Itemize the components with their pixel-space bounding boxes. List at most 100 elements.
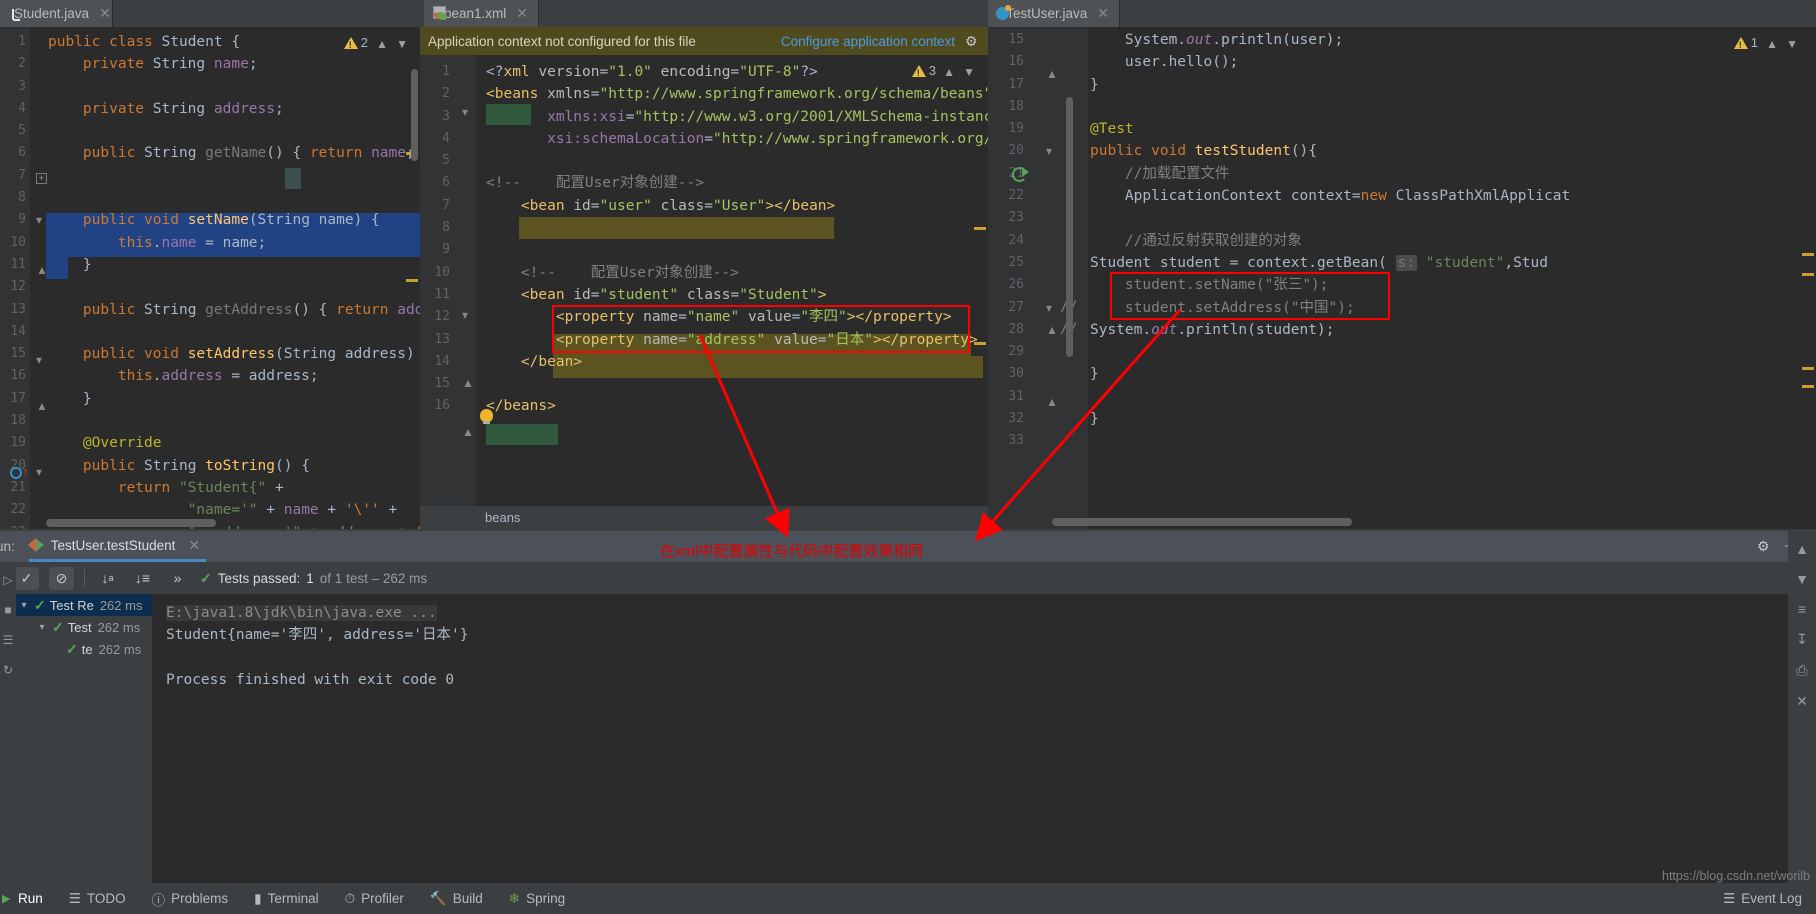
fold-end-icon[interactable]: ▲ (1046, 395, 1058, 409)
status-item-problems[interactable]: ⓘ Problems (152, 889, 229, 909)
change-marker (406, 279, 418, 282)
scroll-up-icon[interactable]: ▲ (1795, 541, 1809, 557)
scroll-to-end-icon[interactable]: ↧ (1796, 631, 1808, 648)
intention-bulb-icon[interactable] (480, 409, 493, 424)
console-output[interactable]: E:\java1.8\jdk\bin\java.exe ... Student{… (152, 594, 1788, 883)
fold-collapse-icon[interactable]: ▾ (36, 213, 42, 227)
fold-end-icon[interactable]: ▲ (36, 399, 48, 413)
tab-student-java[interactable]: Student.java ✕ (0, 0, 113, 27)
fold-end-icon[interactable]: ▲ (36, 263, 48, 277)
close-icon[interactable]: ✕ (188, 537, 200, 554)
prev-problem-icon[interactable]: ▲ (943, 65, 955, 79)
override-arrow-icon: ↑ (22, 464, 29, 479)
fold-collapse-icon[interactable]: ▾ (1046, 144, 1052, 158)
editor-student-java[interactable]: 1 2 3 4 5 6 7 8 9 10 11 12 13 14 15 16 1… (0, 27, 420, 529)
editor-tab-strip: Student.java ✕ bean1.xml ✕ TestUser.java… (0, 0, 1816, 27)
editor-bean1-xml[interactable]: Application context not configured for t… (420, 27, 988, 529)
run-tool-window: un: TestUser.testStudent ✕ ⚙ — ✓ ⊘ ↓a ↓≡… (0, 531, 1816, 883)
fold-collapse-icon[interactable]: ▾ (36, 465, 42, 479)
tag-match-highlight (486, 424, 558, 445)
override-marker-icon[interactable] (10, 467, 22, 479)
next-problem-icon[interactable]: ▼ (963, 65, 975, 79)
stop-icon[interactable]: ■ (4, 603, 11, 617)
editor-testuser-java[interactable]: 15 16 17 18 19 20 21 22 23 24 25 26 27 2… (988, 27, 1816, 529)
vertical-scrollbar-left[interactable] (411, 69, 418, 161)
gear-icon[interactable]: ⚙ (965, 33, 980, 49)
run-window-left-rail: ▷ ■ ☰ ↻ (0, 563, 16, 883)
inspection-warning-badge-left[interactable]: 2 (343, 35, 368, 50)
clear-all-icon[interactable]: ✕ (1796, 693, 1808, 710)
run-icon: ▶ (2, 893, 11, 905)
test-tree-row[interactable]: ✓ te 262 ms (0, 638, 152, 660)
fold-end-icon[interactable]: ▲ (1046, 67, 1058, 81)
print-icon[interactable]: ⎙ (1796, 662, 1807, 679)
prev-problem-icon[interactable]: ▲ (1766, 37, 1778, 51)
test-name: Test Re (49, 597, 94, 613)
horizontal-scrollbar-left[interactable] (46, 519, 216, 527)
code-content-right[interactable]: System.out.println(user); user.hello(); … (1090, 29, 1570, 430)
code-content-left[interactable]: public class Student { private String na… (48, 31, 420, 529)
show-ignored-tests-icon[interactable]: ⊘ (49, 566, 74, 590)
filter-icon[interactable]: ☰ (3, 633, 14, 647)
scroll-down-icon[interactable]: ▼ (1795, 571, 1809, 587)
vertical-scrollbar-right[interactable] (1066, 97, 1073, 357)
close-icon[interactable]: ✕ (1097, 5, 1109, 22)
configure-application-context-link[interactable]: Configure application context (781, 34, 955, 49)
restart-icon[interactable]: ↻ (3, 663, 13, 677)
more-options-icon[interactable]: » (165, 567, 190, 590)
soft-wrap-icon[interactable]: ≡ (1798, 601, 1806, 617)
application-context-banner: Application context not configured for t… (420, 27, 988, 55)
run-configuration-tab[interactable]: TestUser.testStudent ✕ (27, 531, 207, 562)
junit-run-icon (27, 538, 44, 552)
rerun-icon[interactable]: ▷ (3, 573, 12, 587)
chevron-down-icon[interactable]: ▾ (18, 600, 30, 611)
close-icon[interactable]: ✕ (99, 5, 111, 22)
sort-by-duration-icon[interactable]: ↓≡ (130, 567, 155, 590)
warning-triangle-icon (1733, 36, 1748, 50)
event-log-icon: ☰ (1723, 890, 1736, 906)
fold-collapse-icon[interactable]: ▾ (462, 105, 468, 119)
tab-label: bean1.xml (443, 6, 507, 21)
settings-gear-icon[interactable]: ⚙ (1757, 539, 1772, 554)
sort-alphabetically-icon[interactable]: ↓ a (95, 567, 120, 590)
next-problem-icon[interactable]: ▼ (396, 37, 408, 51)
fold-expand-icon[interactable]: + (36, 173, 47, 184)
tab-testuser-java[interactable]: TestUser.java ✕ (988, 0, 1120, 27)
status-item-build[interactable]: 🔨 Build (430, 891, 483, 907)
tab-bean1-xml[interactable]: bean1.xml ✕ (424, 0, 539, 27)
prev-problem-icon[interactable]: ▲ (376, 37, 388, 51)
status-item-run[interactable]: ▶ Run (2, 891, 43, 906)
code-content-mid[interactable]: <?xml version="1.0" encoding="UTF-8"?> <… (486, 61, 988, 418)
run-test-arrow-icon (1022, 167, 1029, 177)
test-tree-row[interactable]: ▾ ✓ Test Re 262 ms (0, 594, 152, 616)
line-numbers-left: 1 2 3 4 5 6 7 8 9 10 11 12 13 14 15 16 1… (10, 34, 26, 529)
status-item-terminal[interactable]: ▮ Terminal (254, 891, 318, 907)
status-item-event-log[interactable]: ☰ Event Log (1723, 891, 1802, 907)
status-item-todo[interactable]: ☰ TODO (69, 891, 126, 907)
fold-end-icon[interactable]: ▲ (1046, 323, 1058, 337)
fold-end-icon[interactable]: ▲ (462, 425, 474, 439)
test-results-tree[interactable]: ▾ ✓ Test Re 262 ms ▾ ✓ Test 262 ms ✓ te … (0, 594, 152, 883)
test-name: Test (67, 619, 92, 635)
show-passed-tests-icon[interactable]: ✓ (14, 566, 39, 590)
fold-collapse-icon[interactable]: ▾ (462, 308, 468, 322)
next-problem-icon[interactable]: ▼ (1786, 37, 1798, 51)
status-item-label: Run (18, 891, 43, 906)
fold-end-icon[interactable]: ▲ (462, 376, 474, 390)
test-tree-row[interactable]: ▾ ✓ Test 262 ms (0, 616, 152, 638)
passed-detail: of 1 test – 262 ms (319, 570, 428, 586)
status-item-profiler[interactable]: ⏱ Profiler (345, 891, 404, 907)
status-item-label: Profiler (361, 891, 404, 906)
horizontal-scrollbar-right[interactable] (1052, 518, 1352, 526)
close-icon[interactable]: ✕ (516, 5, 528, 22)
fold-collapse-icon[interactable]: ▾ (1046, 301, 1052, 315)
fold-collapse-icon[interactable]: ▾ (36, 353, 42, 367)
change-marker (974, 342, 986, 345)
chevron-down-icon[interactable]: ▾ (36, 622, 48, 633)
status-item-spring[interactable]: ❄ Spring (509, 891, 565, 907)
tab-label: Student.java (14, 6, 90, 21)
test-duration: 262 ms (99, 597, 143, 613)
inspection-warning-badge-mid[interactable]: 3 (911, 63, 936, 78)
breadcrumb[interactable]: beans (420, 506, 988, 529)
inspection-warning-badge-right[interactable]: 1 (1733, 35, 1758, 50)
